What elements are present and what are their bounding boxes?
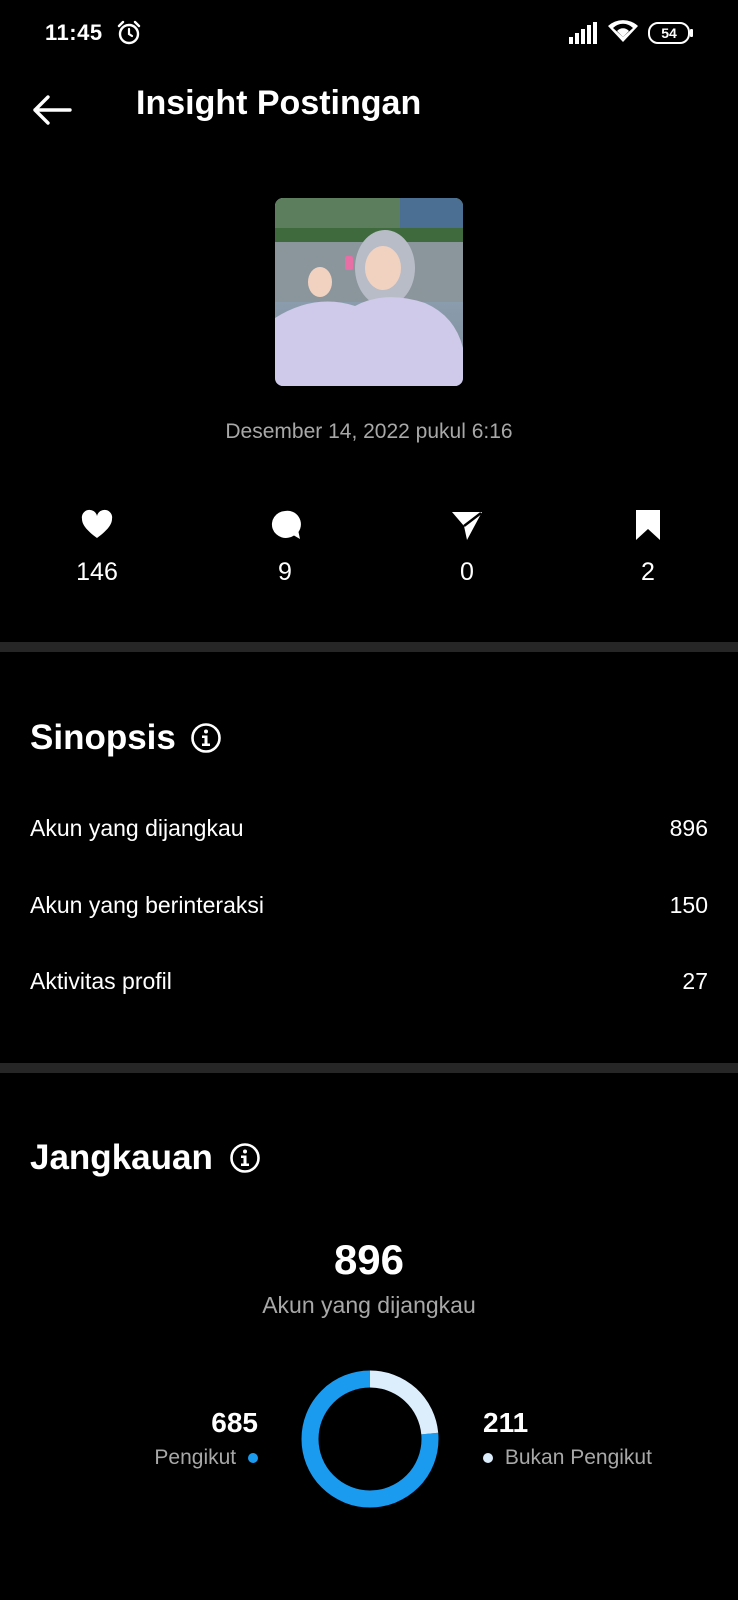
section-divider xyxy=(0,1063,738,1073)
alarm-icon xyxy=(117,20,141,45)
non-followers-dot xyxy=(483,1453,493,1464)
saves-stat: 2 xyxy=(588,508,708,587)
wifi-icon xyxy=(608,20,638,42)
followers-legend: Pengikut xyxy=(154,1446,258,1470)
profile-activity-label: Aktivitas profil xyxy=(30,968,172,994)
comment-icon xyxy=(271,510,301,539)
reach-total-label: Akun yang dijangkau xyxy=(262,1292,476,1318)
non-followers-label: Bukan Pengikut xyxy=(504,1446,652,1469)
followers-label: Pengikut xyxy=(154,1446,237,1469)
reach-donut-chart xyxy=(301,1370,439,1508)
reached-accounts-value: 896 xyxy=(669,815,708,841)
jangkauan-title: Jangkauan xyxy=(30,1138,213,1177)
share-icon xyxy=(452,512,482,540)
post-photo xyxy=(275,198,463,386)
followers-count: 685 xyxy=(211,1407,258,1438)
followers-dot xyxy=(248,1453,258,1464)
section-divider xyxy=(0,642,738,652)
heart-icon xyxy=(81,509,113,538)
likes-count: 146 xyxy=(76,558,118,586)
post-thumbnail[interactable] xyxy=(275,198,463,386)
battery-icon: 54 xyxy=(648,22,693,44)
saves-count: 2 xyxy=(641,558,655,586)
comments-stat: 9 xyxy=(225,508,345,587)
likes-stat: 146 xyxy=(37,508,157,587)
page-title: Insight Postingan xyxy=(136,84,422,122)
non-followers-count: 211 xyxy=(483,1407,529,1438)
post-date: Desember 14, 2022 pukul 6:16 xyxy=(225,420,513,443)
comments-count: 9 xyxy=(278,558,292,586)
profile-activity-value: 27 xyxy=(682,968,708,994)
engaged-accounts-value: 150 xyxy=(669,892,708,918)
status-time: 11:45 xyxy=(45,20,103,45)
shares-stat: 0 xyxy=(407,508,527,587)
shares-count: 0 xyxy=(460,558,474,586)
battery-level: 54 xyxy=(661,25,677,41)
bookmark-icon xyxy=(636,510,660,540)
sinopsis-info-icon[interactable] xyxy=(190,722,222,754)
jangkauan-info-icon[interactable] xyxy=(229,1142,261,1174)
engaged-accounts-label: Akun yang berinteraksi xyxy=(30,892,264,918)
back-arrow-icon[interactable] xyxy=(30,88,74,132)
signal-icon xyxy=(569,22,597,44)
sinopsis-title: Sinopsis xyxy=(30,718,176,757)
reached-accounts-label: Akun yang dijangkau xyxy=(30,815,244,841)
non-followers-legend: Bukan Pengikut xyxy=(483,1446,652,1470)
reach-total: 896 xyxy=(333,1236,405,1283)
